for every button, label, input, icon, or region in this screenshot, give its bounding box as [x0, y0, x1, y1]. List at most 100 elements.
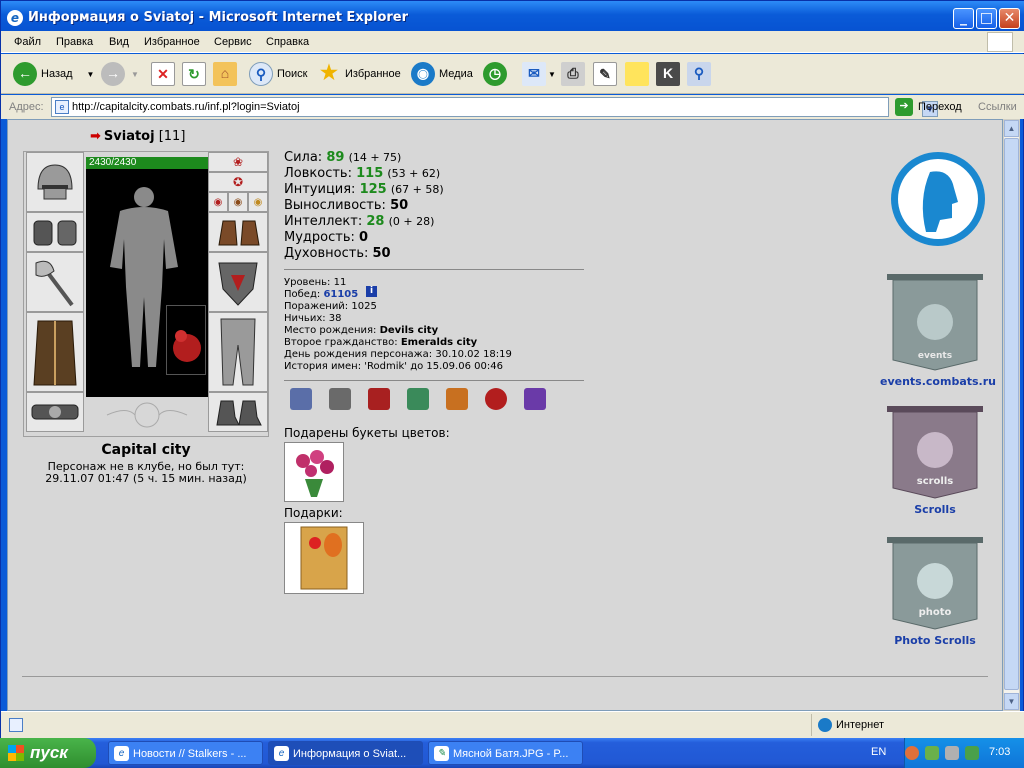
address-url[interactable]: http://capitalcity.combats.ru/inf.pl?log…: [72, 101, 300, 113]
refresh-button[interactable]: ↻: [182, 61, 206, 87]
paint-icon: ✎: [434, 746, 449, 761]
ring-slot-2[interactable]: ◉: [228, 192, 248, 212]
task-button[interactable]: e Новости // Stalkers - ...: [108, 741, 263, 765]
scroll-down-icon[interactable]: ▼: [1004, 693, 1019, 710]
stop-button[interactable]: ✕: [151, 61, 175, 87]
links-button[interactable]: Ссылки: [978, 101, 1017, 113]
events-label[interactable]: events.combats.ru: [880, 375, 996, 388]
task-label: Мясной Батя.JPG - P...: [453, 748, 569, 760]
badge-icon[interactable]: [446, 388, 468, 410]
forward-dropdown-icon[interactable]: ▼: [131, 70, 139, 79]
badge-icon[interactable]: [524, 388, 546, 410]
browser-window: e Информация о Sviatoj - Microsoft Inter…: [0, 0, 1024, 739]
flower-bouquet[interactable]: [284, 442, 344, 502]
head-profile-icon: [891, 152, 985, 246]
armor-slot[interactable]: [26, 312, 84, 392]
zone-label: Интернет: [836, 719, 884, 731]
scrolls-link[interactable]: scrolls Scrolls: [880, 404, 990, 516]
task-label: Новости // Stalkers - ...: [133, 748, 247, 760]
shield-slot[interactable]: [208, 252, 268, 312]
badge-icon[interactable]: [368, 388, 390, 410]
tray-icon[interactable]: [945, 746, 959, 760]
task-button[interactable]: ✎ Мясной Батя.JPG - P...: [428, 741, 583, 765]
media-button[interactable]: ◉ Медиа: [411, 61, 473, 87]
tray-icon[interactable]: [925, 746, 939, 760]
back-dropdown-icon[interactable]: ▼: [87, 70, 95, 79]
photo-banner-text: photo: [919, 607, 952, 618]
stat-intellect: Интеллект: 28 (0 + 28): [284, 214, 435, 229]
menu-file[interactable]: Файл: [14, 36, 41, 48]
mail-dropdown-icon[interactable]: ▼: [548, 70, 556, 79]
pet-slot[interactable]: [166, 305, 206, 375]
title-bar[interactable]: e Информация о Sviatoj - Microsoft Inter…: [1, 1, 1024, 35]
go-arrow-icon[interactable]: ➔: [895, 98, 913, 116]
badge-icon[interactable]: [290, 388, 312, 410]
badge-icon[interactable]: [485, 388, 507, 410]
boots-slot[interactable]: [208, 392, 268, 432]
start-button[interactable]: пуск: [0, 738, 96, 768]
info-birthday: День рождения персонажа: 30.10.02 18:19: [284, 349, 512, 360]
gift-item[interactable]: [284, 522, 364, 594]
scrolls-label[interactable]: Scrolls: [880, 503, 990, 516]
maximize-button[interactable]: □: [976, 8, 997, 29]
task-button-active[interactable]: e Информация о Sviat...: [268, 741, 423, 765]
earring-slot[interactable]: ❀: [208, 152, 268, 172]
scroll-thumb[interactable]: [1004, 138, 1019, 690]
mail-button[interactable]: ✉ ▼: [522, 61, 556, 87]
gloves-slot[interactable]: [208, 212, 268, 252]
back-label: Назад: [41, 68, 73, 80]
toolbar: ← Назад ▼ → ▼ ✕ ↻ ⌂ ⚲ Поиск ★ Избранное …: [1, 54, 1024, 94]
close-button[interactable]: ✕: [999, 8, 1020, 29]
ring-slot-3[interactable]: ◉: [248, 192, 268, 212]
info-birthplace: Место рождения: Devils city: [284, 325, 439, 336]
badge-icon[interactable]: [407, 388, 429, 410]
address-label: Адрес:: [9, 101, 44, 113]
menu-help[interactable]: Справка: [266, 36, 309, 48]
favorites-button[interactable]: ★ Избранное: [317, 61, 401, 87]
armor-icon: [33, 320, 77, 386]
ring-slot-1[interactable]: ◉: [208, 192, 228, 212]
belt-icon: [31, 404, 79, 420]
helmet-slot[interactable]: [26, 152, 84, 212]
character-silhouette: [86, 157, 208, 397]
bracers-slot[interactable]: [26, 212, 84, 252]
belt-slot[interactable]: [26, 392, 84, 432]
research-button[interactable]: ⚲: [687, 61, 711, 87]
chevron-left-icon[interactable]: [905, 746, 919, 760]
events-banner-icon: events: [887, 274, 983, 371]
menu-view[interactable]: Вид: [109, 36, 129, 48]
character-info: Уровень: 11 Побед: 61105 Поражений: 1025…: [284, 277, 512, 373]
vertical-scrollbar[interactable]: ▲ ▼: [1003, 119, 1020, 711]
photo-scrolls-link[interactable]: photo Photo Scrolls: [880, 535, 990, 647]
print-button[interactable]: ⎙: [561, 61, 585, 87]
badge-icon[interactable]: [329, 388, 351, 410]
photo-scrolls-label[interactable]: Photo Scrolls: [880, 634, 990, 647]
k-button[interactable]: K: [656, 61, 680, 87]
events-link[interactable]: events events.combats.ru: [880, 272, 996, 388]
tray-icon[interactable]: [965, 746, 979, 760]
edit-button[interactable]: ✎: [593, 61, 617, 87]
language-indicator[interactable]: EN: [871, 746, 886, 758]
private-message-icon[interactable]: ➡: [90, 129, 101, 144]
home-button[interactable]: ⌂: [213, 61, 237, 87]
address-input[interactable]: e http://capitalcity.combats.ru/inf.pl?l…: [51, 97, 938, 117]
clock[interactable]: 7:03: [989, 746, 1010, 758]
scrolls-banner-icon: scrolls: [887, 406, 983, 499]
back-button[interactable]: ← Назад ▼: [13, 61, 94, 87]
scroll-up-icon[interactable]: ▲: [1004, 120, 1019, 137]
menu-tools[interactable]: Сервис: [214, 36, 252, 48]
legs-slot[interactable]: [208, 312, 268, 392]
search-button[interactable]: ⚲ Поиск: [249, 61, 307, 87]
minimize-button[interactable]: _: [953, 8, 974, 29]
go-button[interactable]: Переход: [918, 101, 962, 113]
amulet-slot[interactable]: ✪: [208, 172, 268, 192]
forward-button[interactable]: → ▼: [101, 61, 139, 87]
profile-logo[interactable]: [888, 150, 988, 251]
history-button[interactable]: ◷: [483, 61, 507, 87]
menu-favorites[interactable]: Избранное: [144, 36, 200, 48]
notes-button[interactable]: [625, 61, 649, 87]
media-label: Медиа: [439, 68, 473, 80]
weapon-slot[interactable]: [26, 252, 84, 312]
character-header: ➡ Sviatoj [11] i: [90, 129, 377, 297]
menu-edit[interactable]: Правка: [56, 36, 93, 48]
